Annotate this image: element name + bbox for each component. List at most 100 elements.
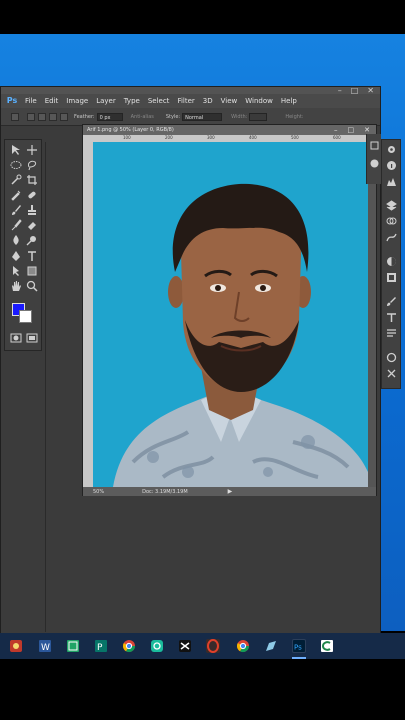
info-icon[interactable] bbox=[386, 160, 397, 171]
new-selection-button[interactable] bbox=[27, 112, 35, 121]
top-letterbox bbox=[0, 0, 405, 34]
ruler-mark: 100 bbox=[123, 135, 131, 140]
chrome-profile-icon[interactable] bbox=[236, 639, 250, 653]
styles-icon[interactable] bbox=[386, 272, 397, 283]
windows-taskbar: W P Ps bbox=[0, 633, 405, 659]
style-label: Style: bbox=[165, 113, 181, 120]
menu-edit[interactable]: Edit bbox=[45, 97, 59, 105]
brush-tool[interactable] bbox=[10, 204, 22, 216]
gradient-tool[interactable] bbox=[10, 234, 22, 246]
width-input[interactable] bbox=[249, 112, 268, 121]
portrait-photo bbox=[93, 142, 368, 487]
chrome-icon[interactable] bbox=[122, 639, 136, 653]
menu-file[interactable]: File bbox=[25, 97, 37, 105]
clone-stamp-tool[interactable] bbox=[26, 204, 38, 216]
feather-label: Feather: bbox=[74, 113, 95, 120]
menu-filter[interactable]: Filter bbox=[177, 97, 194, 105]
svg-text:Ps: Ps bbox=[294, 644, 302, 652]
ruler-mark: 200 bbox=[165, 135, 173, 140]
antialias-checkbox[interactable]: Anti-alias bbox=[131, 114, 154, 120]
history-panel-icon[interactable] bbox=[369, 140, 380, 151]
hand-tool[interactable] bbox=[10, 280, 22, 292]
adjustments-icon[interactable] bbox=[386, 256, 397, 267]
quick-select-tool[interactable] bbox=[10, 174, 22, 186]
image-canvas[interactable] bbox=[93, 142, 368, 487]
eraser-tool[interactable] bbox=[26, 219, 38, 231]
menu-help[interactable]: Help bbox=[281, 97, 297, 105]
menu-layer[interactable]: Layer bbox=[96, 97, 116, 105]
screen-mode-icon[interactable] bbox=[26, 332, 38, 344]
clone-source-icon[interactable] bbox=[386, 352, 397, 363]
add-selection-button[interactable] bbox=[38, 112, 46, 121]
eyedropper-tool[interactable] bbox=[10, 189, 22, 201]
character-icon[interactable] bbox=[386, 312, 397, 323]
menu-select[interactable]: Select bbox=[148, 97, 170, 105]
menu-type[interactable]: Type bbox=[124, 97, 140, 105]
tool-presets-icon[interactable] bbox=[386, 368, 397, 379]
tools-panel bbox=[4, 139, 42, 351]
move-tool[interactable] bbox=[10, 144, 22, 156]
paragraph-icon[interactable] bbox=[386, 328, 397, 339]
history-brush-tool[interactable] bbox=[10, 219, 22, 231]
doc-minimize-button[interactable]: – bbox=[334, 125, 338, 135]
document-tab[interactable]: Arif 1.png @ 50% (Layer 0, RGB/8) – □ ✕ bbox=[83, 125, 376, 135]
doc-maximize-button[interactable]: □ bbox=[348, 125, 355, 135]
opera-icon[interactable] bbox=[206, 639, 220, 653]
word-icon[interactable]: W bbox=[38, 639, 52, 653]
subtract-selection-button[interactable] bbox=[49, 112, 57, 121]
quick-mask-icon[interactable] bbox=[10, 332, 22, 344]
svg-text:W: W bbox=[41, 643, 50, 653]
menu-image[interactable]: Image bbox=[66, 97, 88, 105]
tool-preset-picker[interactable] bbox=[11, 112, 19, 121]
feather-input[interactable]: 0 px bbox=[96, 112, 123, 121]
brush-presets-icon[interactable] bbox=[386, 296, 397, 307]
svg-text:P: P bbox=[97, 643, 103, 653]
menu-3d[interactable]: 3D bbox=[203, 97, 213, 105]
width-label: Width: bbox=[231, 113, 248, 120]
dodge-tool[interactable] bbox=[26, 234, 38, 246]
info-panel-icon[interactable] bbox=[369, 158, 380, 169]
bottom-letterbox bbox=[0, 659, 405, 720]
menu-view[interactable]: View bbox=[221, 97, 238, 105]
ruler-mark: 500 bbox=[291, 135, 299, 140]
horizontal-ruler: 100 200 300 400 500 600 bbox=[93, 135, 368, 142]
menu-window[interactable]: Window bbox=[245, 97, 273, 105]
histogram-icon[interactable] bbox=[386, 176, 397, 187]
ruler-mark: 400 bbox=[249, 135, 257, 140]
document-status-bar: 50% Doc: 3.19M/3.19M ▶ bbox=[83, 487, 376, 496]
channels-icon[interactable] bbox=[386, 216, 397, 227]
photoshop-taskbar-icon[interactable]: Ps bbox=[292, 639, 306, 653]
lasso-tool[interactable] bbox=[26, 159, 38, 171]
intersect-selection-button[interactable] bbox=[60, 112, 68, 121]
healing-tool[interactable] bbox=[26, 189, 38, 201]
gear-icon[interactable] bbox=[386, 144, 397, 155]
paths-icon[interactable] bbox=[386, 232, 397, 243]
move-tool-alt[interactable] bbox=[26, 144, 38, 156]
docked-panel-icons bbox=[381, 139, 401, 389]
layers-icon[interactable] bbox=[386, 200, 397, 211]
path-select-tool[interactable] bbox=[10, 265, 22, 277]
pen-tool[interactable] bbox=[10, 250, 22, 262]
zoom-level[interactable]: 50% bbox=[93, 489, 104, 495]
background-color-swatch[interactable] bbox=[19, 310, 32, 323]
capcut-icon[interactable] bbox=[178, 639, 192, 653]
ruler-mark: 600 bbox=[333, 135, 341, 140]
status-menu-arrow[interactable]: ▶ bbox=[228, 488, 233, 495]
publisher-icon[interactable]: P bbox=[94, 639, 108, 653]
camtasia-icon[interactable] bbox=[320, 639, 334, 653]
vertical-ruler bbox=[83, 135, 93, 487]
style-select[interactable]: Normal bbox=[182, 112, 223, 121]
photoshop-window: – □ ✕ Ps File Edit Image Layer Type Sele… bbox=[0, 86, 401, 634]
document-window: Arif 1.png @ 50% (Layer 0, RGB/8) – □ ✕ … bbox=[82, 124, 377, 496]
share-app-icon[interactable] bbox=[150, 639, 164, 653]
marquee-tool[interactable] bbox=[10, 159, 22, 171]
notepad-icon[interactable] bbox=[264, 639, 278, 653]
photo-app-icon[interactable] bbox=[9, 639, 23, 653]
height-label: Height: bbox=[285, 113, 304, 120]
type-tool[interactable] bbox=[26, 250, 38, 262]
excel-icon[interactable] bbox=[66, 639, 80, 653]
crop-tool[interactable] bbox=[26, 174, 38, 186]
zoom-tool[interactable] bbox=[26, 280, 38, 292]
shape-tool[interactable] bbox=[26, 265, 38, 277]
ruler-mark: 300 bbox=[207, 135, 215, 140]
